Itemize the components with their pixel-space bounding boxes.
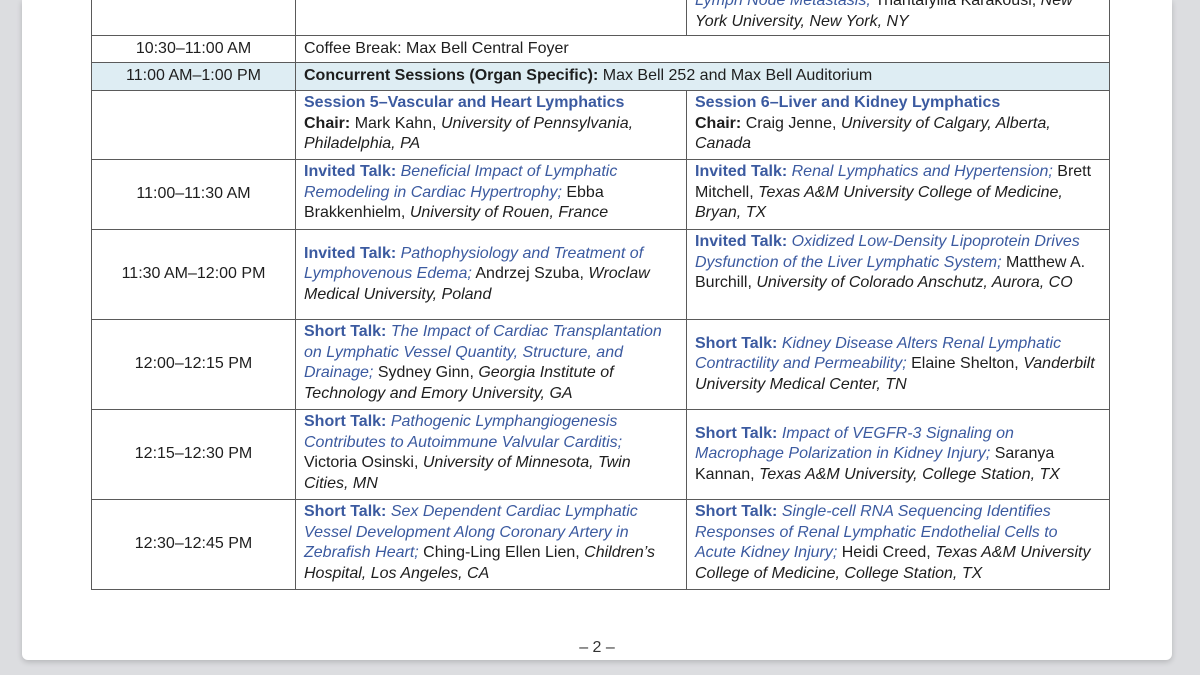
time-cell <box>91 90 296 160</box>
talk-speaker: Elaine Shelton, <box>911 355 1019 373</box>
talk-type: Short Talk: <box>304 323 387 340</box>
time-cell: 10:30–11:00 AM <box>91 35 296 63</box>
talk-cell-right: Short Talk: Single-cell RNA Sequencing I… <box>686 499 1110 590</box>
talk-type: Invited Talk: <box>304 163 397 180</box>
talk-type: Invited Talk: <box>304 244 397 262</box>
talk-cell-left: Invited Talk: Beneficial Impact of Lymph… <box>295 159 687 230</box>
talk-cell-left: Invited Talk: Pathophysiology and Treatm… <box>295 229 687 320</box>
talk-speaker: Victoria Osinski, <box>304 454 419 471</box>
table-row: 11:30 AM–12:00 PM Invited Talk: Pathophy… <box>91 229 1110 320</box>
page-number: – 2 – <box>579 639 615 656</box>
session-title: Session 6–Liver and Kidney Lymphatics <box>695 94 1001 111</box>
table-row: Lymph Node Metastasis; Triantafyllia Kar… <box>91 0 1110 36</box>
talk-speaker: Heidi Creed, <box>841 544 931 561</box>
talk-cell-right: Short Talk: Kidney Disease Alters Renal … <box>686 319 1110 410</box>
schedule-table: Lymph Node Metastasis; Triantafyllia Kar… <box>91 0 1110 590</box>
talk-cell-left: Short Talk: Sex Dependent Cardiac Lympha… <box>295 499 687 590</box>
time-cell: 12:00–12:15 PM <box>91 319 296 410</box>
talk-affiliation: University of Rouen, France <box>409 204 609 221</box>
time-cell <box>91 0 296 36</box>
session-cell: Lymph Node Metastasis; Triantafyllia Kar… <box>686 0 1110 36</box>
session-title: Session 5–Vascular and Heart Lymphatics <box>304 94 625 111</box>
table-row-coffee-break: 10:30–11:00 AM Coffee Break: Max Bell Ce… <box>91 35 1110 63</box>
talk-type: Short Talk: <box>695 503 778 520</box>
concurrent-label: Concurrent Sessions (Organ Specific): <box>304 67 599 85</box>
talk-type: Short Talk: <box>304 413 387 430</box>
document-page: Lymph Node Metastasis; Triantafyllia Kar… <box>22 0 1172 660</box>
chair-affiliation: University of Pennsylvania, Philadelphia… <box>304 114 634 153</box>
talk-speaker: Sydney Ginn, <box>377 364 474 381</box>
talk-affiliation: University of Colorado Anschutz, Aurora,… <box>756 274 1073 291</box>
talk-type: Short Talk: <box>304 503 387 520</box>
talk-speaker: Andrzej Szuba, <box>475 265 584 283</box>
talk-type: Short Talk: <box>695 424 778 442</box>
concurrent-text: Max Bell 252 and Max Bell Auditorium <box>602 67 873 85</box>
session-header-left: Session 5–Vascular and Heart Lymphatics … <box>295 90 687 160</box>
coffee-break-cell: Coffee Break: Max Bell Central Foyer <box>295 35 1110 63</box>
talk-cell-right: Short Talk: Impact of VEGFR-3 Signaling … <box>686 409 1110 500</box>
session-cell <box>295 0 687 36</box>
talk-type: Invited Talk: <box>695 233 788 250</box>
time-cell: 12:15–12:30 PM <box>91 409 296 500</box>
talk-affiliation: Texas A&M University, College Station, T… <box>759 465 1060 483</box>
talk-cell-left: Short Talk: The Impact of Cardiac Transp… <box>295 319 687 410</box>
session-header-right: Session 6–Liver and Kidney Lymphatics Ch… <box>686 90 1110 160</box>
time-cell: 11:00–11:30 AM <box>91 159 296 230</box>
time-cell: 12:30–12:45 PM <box>91 499 296 590</box>
talk-speaker: Triantafyllia Karakousi, <box>874 0 1037 9</box>
talk-cell-right: Invited Talk: Renal Lymphatics and Hyper… <box>686 159 1110 230</box>
table-row-concurrent-sessions: 11:00 AM–1:00 PM Concurrent Sessions (Or… <box>91 62 1110 91</box>
chair-label: Chair: <box>304 114 351 132</box>
talk-type: Invited Talk: <box>695 163 788 180</box>
time-cell: 11:30 AM–12:00 PM <box>91 229 296 320</box>
talk-title: Lymph Node Metastasis; <box>695 0 871 9</box>
chair-name: Mark Kahn, <box>354 114 437 132</box>
talk-cell-left: Short Talk: Pathogenic Lymphangiogenesis… <box>295 409 687 500</box>
talk-type: Short Talk: <box>695 334 778 352</box>
table-row: 12:30–12:45 PM Short Talk: Sex Dependent… <box>91 499 1110 590</box>
chair-name: Craig Jenne, <box>745 114 837 132</box>
concurrent-sessions-cell: Concurrent Sessions (Organ Specific): Ma… <box>295 62 1110 91</box>
talk-cell-right: Invited Talk: Oxidized Low-Density Lipop… <box>686 229 1110 320</box>
time-cell: 11:00 AM–1:00 PM <box>91 62 296 91</box>
talk-speaker: Ching-Ling Ellen Lien, <box>423 544 580 561</box>
chair-label: Chair: <box>695 114 742 132</box>
talk-title: Renal Lymphatics and Hypertension; <box>791 163 1053 180</box>
table-row-session-headers: Session 5–Vascular and Heart Lymphatics … <box>91 90 1110 160</box>
table-row: 11:00–11:30 AM Invited Talk: Beneficial … <box>91 159 1110 230</box>
table-row: 12:00–12:15 PM Short Talk: The Impact of… <box>91 319 1110 410</box>
table-row: 12:15–12:30 PM Short Talk: Pathogenic Ly… <box>91 409 1110 500</box>
